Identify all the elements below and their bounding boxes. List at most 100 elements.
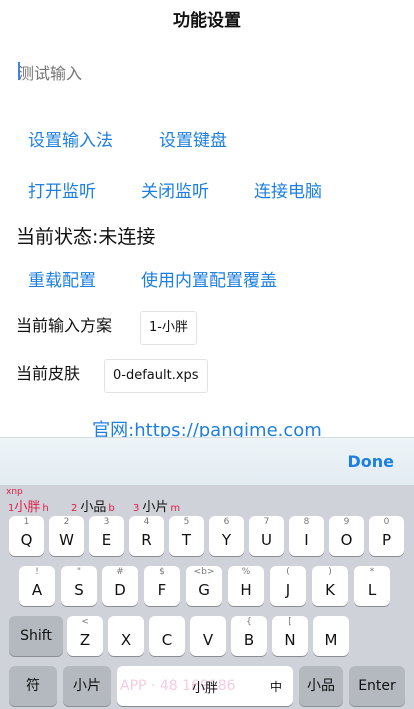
- key-label: Q: [20, 531, 33, 549]
- left-candidate-key[interactable]: 小片: [63, 666, 111, 706]
- key-alt-label: 8: [303, 517, 310, 527]
- key-alt-label: ): [328, 567, 332, 577]
- stop-listening-button[interactable]: 关闭监听: [141, 177, 209, 202]
- key-label: M: [324, 631, 338, 649]
- key-label: W: [59, 531, 74, 549]
- key-label: X: [120, 631, 132, 649]
- key-x[interactable]: X: [108, 616, 144, 656]
- key-alt-label: 9: [343, 517, 350, 527]
- key-v[interactable]: V: [190, 616, 226, 656]
- reload-config-button[interactable]: 重载配置: [28, 266, 96, 291]
- key-b[interactable]: {B: [231, 616, 267, 656]
- key-alt-label: <b>: [193, 567, 215, 577]
- key-label: O: [340, 531, 353, 549]
- key-label: A: [31, 581, 43, 599]
- key-f[interactable]: $ F: [144, 566, 180, 606]
- key-label: E: [101, 531, 112, 549]
- shift-key[interactable]: Shift: [9, 616, 63, 656]
- skin-label: 当前皮肤: [16, 364, 81, 383]
- key-alt-label: 7: [263, 517, 270, 527]
- key-n[interactable]: [N: [272, 616, 308, 656]
- candidate-text: 小胖: [14, 500, 41, 515]
- done-button[interactable]: Done: [347, 452, 394, 471]
- key-alt-label: !: [35, 567, 39, 577]
- key-label: S: [74, 581, 84, 599]
- key-c[interactable]: C: [149, 616, 185, 656]
- key-h[interactable]: % H: [228, 566, 264, 606]
- key-i[interactable]: 8I: [289, 516, 324, 556]
- connection-status: 当前状态:未连接: [16, 226, 156, 248]
- key-z[interactable]: < Z: [67, 616, 103, 656]
- candidate-comment: b: [108, 503, 115, 514]
- key-u[interactable]: 7U: [249, 516, 284, 556]
- candidate-1[interactable]: 1小胖 h: [8, 496, 49, 515]
- key-e[interactable]: 3E: [89, 516, 124, 556]
- overwrite-builtin-config-button[interactable]: 使用内置配置覆盖: [141, 266, 277, 291]
- key-alt-label: 2: [63, 517, 70, 527]
- start-listening-button[interactable]: 打开监听: [28, 177, 96, 202]
- key-k[interactable]: ) K: [312, 566, 348, 606]
- key-label: L: [367, 581, 377, 599]
- right-candidate-key[interactable]: 小品: [299, 666, 343, 706]
- key-t[interactable]: 5T: [169, 516, 204, 556]
- key-label: J: [285, 581, 291, 599]
- scheme-selector[interactable]: 1-小胖: [140, 311, 197, 345]
- key-g[interactable]: <b> G: [186, 566, 222, 606]
- key-q[interactable]: 1Q: [9, 516, 44, 556]
- candidate-2[interactable]: 2 小品 b: [71, 496, 115, 515]
- candidate-3[interactable]: 3 小片 m: [133, 496, 180, 515]
- candidate-text: 小片: [142, 500, 169, 515]
- key-a[interactable]: ! A: [19, 566, 55, 606]
- key-label: D: [114, 581, 126, 599]
- key-o[interactable]: 9O: [329, 516, 364, 556]
- key-d[interactable]: # D: [102, 566, 138, 606]
- key-label: R: [141, 531, 152, 549]
- key-label: C: [161, 631, 173, 649]
- key-label: G: [198, 581, 210, 599]
- key-alt-label: #: [116, 567, 124, 577]
- key-alt-label: ": [76, 567, 82, 577]
- key-alt-label: 1: [23, 517, 30, 527]
- skin-selector[interactable]: 0-default.xps: [104, 359, 208, 393]
- key-s[interactable]: " S: [61, 566, 97, 606]
- key-label: N: [284, 631, 296, 649]
- setup-ime-button[interactable]: 设置输入法: [28, 126, 113, 151]
- key-j[interactable]: (J: [270, 566, 306, 606]
- key-label: U: [261, 531, 272, 549]
- key-label: T: [181, 531, 192, 549]
- connect-computer-button[interactable]: 连接电脑: [254, 177, 322, 202]
- enter-key[interactable]: Enter: [349, 666, 405, 706]
- space-label: 小胖: [191, 681, 218, 696]
- key-label: Y: [221, 531, 232, 549]
- language-indicator: 中: [270, 680, 283, 694]
- key-alt-label: 0: [383, 517, 390, 527]
- key-p[interactable]: 0P: [369, 516, 404, 556]
- candidate-comment: m: [170, 503, 181, 514]
- key-l[interactable]: * L: [354, 566, 390, 606]
- key-alt-label: <: [81, 617, 89, 627]
- candidate-index: 2: [71, 503, 78, 514]
- key-y[interactable]: 6Y: [209, 516, 244, 556]
- setup-keyboard-button[interactable]: 设置键盘: [159, 126, 227, 151]
- key-label: H: [240, 581, 252, 599]
- key-label: B: [243, 631, 255, 649]
- candidate-comment: h: [42, 503, 49, 514]
- key-alt-label: [: [288, 617, 292, 627]
- scheme-label: 当前输入方案: [16, 316, 113, 335]
- key-label: Z: [79, 631, 91, 649]
- key-alt-label: %: [241, 567, 251, 577]
- key-alt-label: (: [286, 567, 290, 577]
- symbol-key[interactable]: 符: [9, 666, 57, 706]
- key-label: P: [381, 531, 392, 549]
- key-label: K: [325, 581, 335, 599]
- page-title: 功能设置: [173, 11, 241, 31]
- key-w[interactable]: 2W: [49, 516, 84, 556]
- key-alt-label: 3: [103, 517, 110, 527]
- key-label: F: [157, 581, 167, 599]
- key-r[interactable]: 4R: [129, 516, 164, 556]
- key-alt-label: *: [369, 567, 375, 577]
- key-m[interactable]: M: [313, 616, 349, 656]
- test-input[interactable]: [16, 56, 400, 90]
- key-alt-label: 4: [143, 517, 150, 527]
- candidate-text: 小品: [80, 500, 107, 515]
